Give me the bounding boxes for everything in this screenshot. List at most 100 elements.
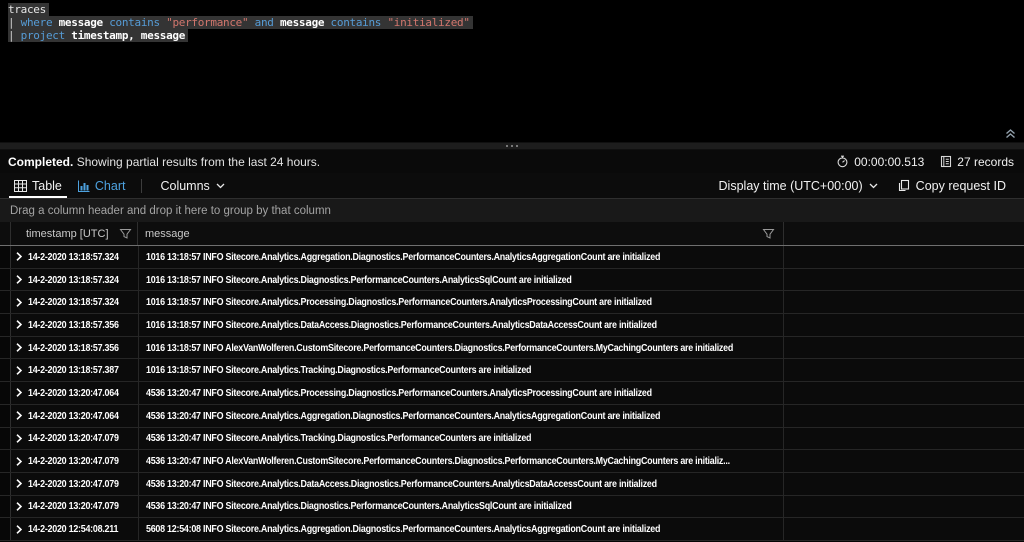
row-gutter [0,269,11,291]
cell-timestamp: 14-2-2020 13:20:47.064 [28,382,138,404]
record-count-value: 27 records [957,155,1014,169]
cell-message: 1016 13:18:57 INFO Sitecore.Analytics.Pr… [138,291,784,313]
row-gutter [0,450,11,472]
columns-dropdown-label: Columns [160,179,209,193]
cell-timestamp: 14-2-2020 13:18:57.324 [28,269,138,291]
filter-icon[interactable] [119,228,132,240]
row-filler [784,291,1024,313]
table-row[interactable]: 14-2-2020 13:20:47.0794536 13:20:47 INFO… [0,496,1024,519]
row-gutter [0,382,11,404]
row-filler [784,246,1024,268]
tab-table[interactable]: Table [6,173,70,198]
column-header-message[interactable]: message [138,222,784,245]
query-line[interactable]: | where message contains "performance" a… [8,16,1024,29]
table-row[interactable]: 14-2-2020 13:18:57.3561016 13:18:57 INFO… [0,314,1024,337]
expand-row-chevron-icon[interactable] [11,269,28,291]
cell-message: 4536 13:20:47 INFO Sitecore.Analytics.Di… [138,496,784,518]
cell-message: 1016 13:18:57 INFO Sitecore.Analytics.Tr… [138,359,784,381]
cell-timestamp: 14-2-2020 12:54:08.211 [28,518,138,540]
cell-timestamp: 14-2-2020 13:20:47.079 [28,428,138,450]
expand-row-chevron-icon[interactable] [11,382,28,404]
toolbar-divider [141,179,142,193]
chevron-down-icon [216,183,225,189]
status-bar: Completed. Showing partial results from … [0,150,1024,173]
cell-message: 4536 13:20:47 INFO Sitecore.Analytics.Da… [138,473,784,495]
cell-message: 4536 13:20:47 INFO Sitecore.Analytics.Tr… [138,428,784,450]
cell-message: 5608 12:54:08 INFO Sitecore.Analytics.Ag… [138,518,784,540]
row-filler [784,359,1024,381]
expand-row-chevron-icon[interactable] [11,496,28,518]
row-gutter [0,246,11,268]
expand-row-chevron-icon[interactable] [11,405,28,427]
table-row[interactable]: 14-2-2020 13:18:57.3241016 13:18:57 INFO… [0,246,1024,269]
table-row[interactable]: 14-2-2020 13:18:57.3241016 13:18:57 INFO… [0,291,1024,314]
table-row[interactable]: 14-2-2020 12:54:08.2115608 12:54:08 INFO… [0,518,1024,541]
column-header-message-label: message [145,228,190,240]
row-filler [784,496,1024,518]
cell-message: 1016 13:18:57 INFO Sitecore.Analytics.Ag… [138,246,784,268]
cell-message: 4536 13:20:47 INFO Sitecore.Analytics.Pr… [138,382,784,404]
copy-request-id-button[interactable]: Copy request ID [888,173,1016,198]
query-line[interactable]: traces [8,3,1024,16]
tab-chart-label: Chart [95,179,126,193]
row-filler [784,382,1024,404]
table-row[interactable]: 14-2-2020 13:20:47.0644536 13:20:47 INFO… [0,405,1024,428]
filter-icon[interactable] [762,228,775,240]
display-time-dropdown[interactable]: Display time (UTC+00:00) [709,173,888,198]
duration-value: 00:00:00.513 [854,155,924,169]
query-editor[interactable]: traces| where message contains "performa… [0,0,1024,142]
query-line[interactable]: | project timestamp, message [8,29,1024,42]
expand-row-chevron-icon[interactable] [11,518,28,540]
column-header-timestamp-label: timestamp [UTC] [26,228,109,240]
results-table-body: 14-2-2020 13:18:57.3241016 13:18:57 INFO… [0,246,1024,542]
header-filler [784,222,1024,245]
expand-row-chevron-icon[interactable] [11,314,28,336]
column-header-timestamp[interactable]: timestamp [UTC] [11,222,138,245]
row-filler [784,450,1024,472]
table-header-row: timestamp [UTC] message [0,222,1024,246]
expand-row-chevron-icon[interactable] [11,337,28,359]
expand-row-chevron-icon[interactable] [11,291,28,313]
pane-splitter[interactable] [0,142,1024,150]
table-row[interactable]: 14-2-2020 13:20:47.0794536 13:20:47 INFO… [0,450,1024,473]
row-filler [784,405,1024,427]
row-filler [784,314,1024,336]
row-filler [784,269,1024,291]
header-gutter [0,222,11,245]
copy-request-id-label: Copy request ID [916,179,1006,193]
expand-row-chevron-icon[interactable] [11,246,28,268]
results-toolbar: Table Chart Columns Display time (UTC+00… [0,173,1024,199]
row-gutter [0,291,11,313]
collapse-editor-button[interactable] [1005,128,1016,139]
row-gutter [0,428,11,450]
copy-icon [898,179,910,192]
table-row[interactable]: 14-2-2020 13:18:57.3241016 13:18:57 INFO… [0,269,1024,292]
cell-timestamp: 14-2-2020 13:20:47.079 [28,450,138,472]
table-row[interactable]: 14-2-2020 13:20:47.0794536 13:20:47 INFO… [0,473,1024,496]
expand-row-chevron-icon[interactable] [11,428,28,450]
stopwatch-icon [836,155,849,168]
records-icon [940,155,952,168]
row-gutter [0,405,11,427]
table-row[interactable]: 14-2-2020 13:18:57.3871016 13:18:57 INFO… [0,359,1024,382]
chevron-down-icon [869,183,878,189]
query-status-text: Completed. Showing partial results from … [8,155,820,169]
row-gutter [0,314,11,336]
columns-dropdown[interactable]: Columns [150,173,234,198]
cell-message: 1016 13:18:57 INFO Sitecore.Analytics.Di… [138,269,784,291]
tab-table-label: Table [32,179,62,193]
table-row[interactable]: 14-2-2020 13:20:47.0644536 13:20:47 INFO… [0,382,1024,405]
cell-timestamp: 14-2-2020 13:18:57.324 [28,246,138,268]
expand-row-chevron-icon[interactable] [11,450,28,472]
cell-timestamp: 14-2-2020 13:20:47.079 [28,496,138,518]
cell-message: 1016 13:18:57 INFO AlexVanWolferen.Custo… [138,337,784,359]
row-gutter [0,473,11,495]
table-row[interactable]: 14-2-2020 13:18:57.3561016 13:18:57 INFO… [0,337,1024,360]
expand-row-chevron-icon[interactable] [11,359,28,381]
log-analytics-panel: traces| where message contains "performa… [0,0,1024,542]
expand-row-chevron-icon[interactable] [11,473,28,495]
row-filler [784,473,1024,495]
status-completed-label: Completed. [8,155,73,169]
tab-chart[interactable]: Chart [70,173,134,198]
table-row[interactable]: 14-2-2020 13:20:47.0794536 13:20:47 INFO… [0,428,1024,451]
